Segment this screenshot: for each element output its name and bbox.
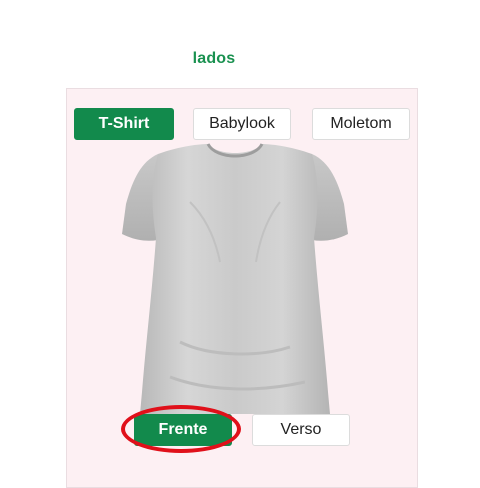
moletom-button[interactable]: Moletom	[312, 108, 410, 140]
section-heading: lados	[192, 50, 236, 67]
tshirt-button[interactable]: T-Shirt	[74, 108, 174, 140]
babylook-button[interactable]: Babylook	[193, 108, 291, 140]
tshirt-preview-image	[122, 143, 348, 414]
back-side-button[interactable]: Verso	[252, 414, 350, 446]
front-side-button[interactable]: Frente	[134, 414, 232, 446]
